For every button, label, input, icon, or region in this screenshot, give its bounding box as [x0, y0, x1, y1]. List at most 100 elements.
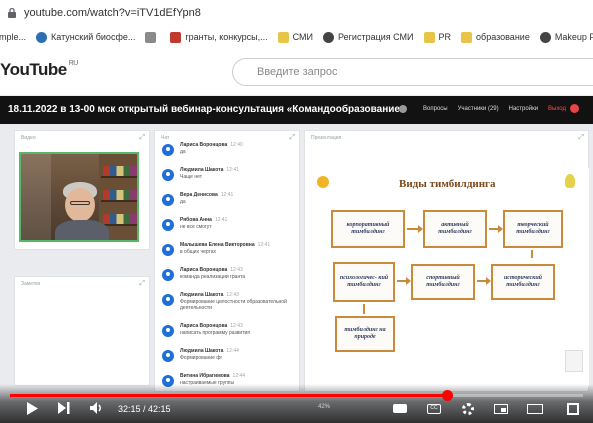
chat-message: Людмила Шакота 12:43 Формирование целостно… [158, 290, 298, 316]
author-name: Лариса Воронцова [180, 323, 228, 329]
message-time: 12:43 [226, 292, 239, 298]
message-time: 12:41 [220, 192, 234, 198]
menu-settings: Настройки [508, 105, 539, 112]
arrow [407, 225, 423, 233]
message-text: не все смогут [180, 224, 212, 230]
biosphere-icon [36, 31, 48, 43]
bookmark-pr[interactable]: PR [423, 31, 452, 43]
box-label: активный тимбилдинг [438, 222, 472, 235]
exit-icon [570, 104, 579, 113]
message-text: Формирование целостности образовательной… [180, 299, 287, 311]
grants-icon [170, 31, 182, 43]
message-time: 12:41 [226, 167, 239, 173]
message-time: 12:43 [230, 323, 243, 329]
bookmark-education[interactable]: образование [461, 31, 530, 43]
message-time: 12:44 [226, 348, 239, 354]
message-text: да [180, 149, 186, 155]
notes-panel: Заметки ⤢ [14, 276, 150, 386]
chat-message: Людмила Шакота 12:41 Чаще нет [158, 165, 298, 185]
bookmark-label: образование [476, 32, 530, 42]
search-input[interactable]: Введите запрос [232, 58, 593, 86]
bookmark-label: imple... [0, 32, 27, 42]
books [103, 214, 137, 224]
bookmark-imple[interactable]: imple... [0, 32, 26, 42]
settings-icon[interactable] [462, 403, 474, 415]
address-bar[interactable]: youtube.com/watch?v=iTV1dEfYpn8 [0, 0, 593, 26]
chat-message: Малышева Елена Викторовна 12:41 в общих че… [158, 240, 298, 260]
chat-message: Лариса Воронцова 12:43 команда реализации … [158, 265, 298, 285]
avatar-icon [162, 350, 174, 362]
box-corporate: корпоративный тимбилдинг [331, 210, 405, 248]
message-text: в общих чертах [180, 249, 217, 255]
search-placeholder: Введите запрос [257, 66, 338, 78]
autoplay-toggle[interactable] [393, 404, 407, 413]
miniplayer-icon[interactable] [494, 404, 508, 414]
webinar-menu: Вопросы Участники (29) Настройки Выход [389, 104, 579, 113]
bookmark-makeup[interactable]: Makeup Photo [539, 31, 593, 43]
box-label: тимбилдинг на природе [344, 327, 386, 340]
author-name: Вера Денисова [180, 192, 218, 198]
message-text: да [180, 199, 186, 205]
youtube-logo[interactable]: YouTube RU [0, 60, 78, 80]
message-author: Рябова Анна 12:41 [180, 217, 227, 223]
menu-questions: Вопросы [423, 105, 448, 112]
speaker-body [55, 220, 109, 240]
volume-icon[interactable] [90, 402, 104, 414]
bookmark-image[interactable] [145, 31, 160, 43]
webinar-topbar: 18.11.2022 в 13-00 мск открытый вебинар-… [0, 96, 593, 124]
expand-icon: ⤢ [139, 134, 145, 141]
arrow [489, 225, 503, 233]
menu-participants: Участники (29) [457, 105, 499, 112]
avatar-icon [162, 294, 174, 306]
chat-messages: Лариса Воронцова 12:40 да Людмила Шакота 12… [158, 140, 298, 392]
play-icon[interactable] [26, 402, 38, 415]
next-icon[interactable] [58, 402, 70, 414]
message-text: Формирование фг [180, 355, 223, 361]
bookmark-label: Катунский биосфе... [51, 32, 136, 42]
progress-bar[interactable] [10, 390, 583, 401]
speaker-glasses [70, 201, 90, 205]
bookmark-smi[interactable]: СМИ [277, 31, 314, 43]
box-label: творческий тимбилдинг [516, 222, 550, 235]
chat-message: Лариса Воронцова 12:40 да [158, 140, 298, 160]
expand-icon: ⤢ [139, 280, 145, 287]
folder-icon [461, 31, 473, 43]
lightbulb-icon [565, 174, 575, 188]
subtitles-icon[interactable]: CC [427, 404, 441, 414]
bookmark-label: Makeup Photo [554, 32, 593, 42]
bookmark-grants[interactable]: гранты, конкурсы,... [170, 31, 268, 43]
message-author: Малышева Елена Викторовна 12:41 [180, 242, 270, 248]
author-name: Людмила Шакота [180, 167, 224, 173]
bookmark-registration[interactable]: Регистрация СМИ [323, 31, 414, 43]
panel-label: Презентация [311, 135, 342, 141]
message-text: Чаще нет [180, 174, 203, 180]
bookmark-katunsky[interactable]: Катунский биосфе... [36, 31, 136, 43]
youtube-header: YouTube RU Введите запрос [0, 48, 593, 96]
message-author: Витина Ибрагимова 12:44 [180, 373, 245, 379]
player-controls: 32:15 / 42:15 42% CC [0, 384, 593, 423]
box-psychological: психологичес- кий тимбилдинг [333, 262, 395, 302]
bookmark-label: СМИ [292, 32, 314, 42]
scrubber-handle[interactable] [442, 390, 454, 401]
url-text[interactable]: youtube.com/watch?v=iTV1dEfYpn8 [24, 7, 201, 19]
bookmark-label: гранты, конкурсы,... [185, 32, 268, 42]
message-author: Лариса Воронцова 12:40 [180, 142, 243, 148]
fullscreen-icon[interactable] [567, 403, 579, 415]
arrow [397, 277, 411, 285]
box-label: спортивный тимбилдинг [426, 275, 460, 288]
bookmark-label: Регистрация СМИ [338, 32, 414, 42]
presentation-slide: Виды тимбилдинга корпоративный тимбилдин… [307, 168, 589, 386]
expand-icon: ⤢ [578, 134, 584, 141]
theater-mode-icon[interactable] [527, 404, 543, 414]
settings-gear-icon [399, 104, 408, 113]
message-time: 12:43 [230, 267, 243, 273]
connector [363, 304, 365, 314]
author-name: Витина Ибрагимова [180, 373, 230, 379]
avatar-icon [162, 144, 174, 156]
box-creative: творческий тимбилдинг [503, 210, 563, 248]
slide-title: Виды тимбилдинга [399, 178, 496, 190]
author-name: Людмила Шакота [180, 292, 224, 298]
author-name: Малышева Елена Викторовна [180, 242, 255, 248]
bookmark-label: PR [438, 32, 452, 42]
progress-fill [10, 394, 448, 397]
